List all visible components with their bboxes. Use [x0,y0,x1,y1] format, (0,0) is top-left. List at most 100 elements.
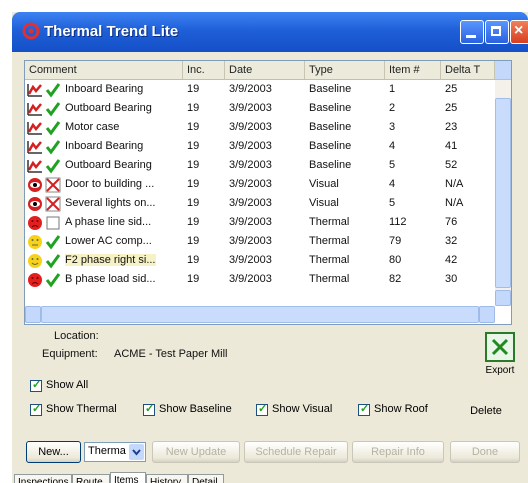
scroll-down-button[interactable] [495,290,511,306]
cell-inc: 19 [187,118,223,137]
cell-item: 4 [389,175,439,194]
table-row[interactable]: A phase line sid... 19 3/9/2003 Thermal 112 7… [25,213,495,232]
frown-face-icon [27,272,43,288]
smile-face-icon [27,253,43,269]
horizontal-scrollbar[interactable] [25,306,495,323]
cell-item: 80 [389,251,439,270]
title-bar[interactable]: Thermal Trend Lite × [12,12,528,52]
column-header-comment[interactable]: Comment [25,61,183,79]
table-row[interactable]: Inboard Bearing 19 3/9/2003 Baseline 4 41 [25,137,495,156]
close-icon: × [514,22,524,39]
show-baseline-checkbox[interactable]: Show Baseline [143,402,253,418]
scroll-left-button[interactable] [25,306,41,323]
cell-delta-text: 52 [445,159,458,171]
show-all-checkbox[interactable]: Show All [30,378,110,394]
show-thermal-checkbox[interactable]: Show Thermal [30,402,140,418]
cell-date-text: 3/9/2003 [229,254,272,266]
cell-type-text: Thermal [309,273,350,285]
column-header-delta-t[interactable]: Delta T [441,61,495,79]
table-row[interactable]: B phase load sid... 19 3/9/2003 Thermal 82 30 [25,270,495,289]
window-title: Thermal Trend Lite [44,23,179,40]
cell-item-text: 82 [389,273,402,285]
main-window: Thermal Trend Lite × Comment Inc. Date T… [12,12,528,483]
column-header-type[interactable]: Type [305,61,385,79]
cell-delta-text: 25 [445,83,458,95]
cell-item-text: 80 [389,254,402,266]
cell-inc-text: 19 [187,159,200,171]
cell-comment: Outboard Bearing [65,99,181,118]
schedule-repair-button[interactable]: Schedule Repair [244,441,348,463]
cell-date: 3/9/2003 [229,118,303,137]
cell-inc-text: 19 [187,197,200,209]
cell-inc: 19 [187,213,223,232]
tab-inspections[interactable]: Inspections [14,474,72,483]
cell-delta-text: 30 [445,273,458,285]
cell-delta-text: N/A [445,197,464,209]
column-header-inc[interactable]: Inc. [183,61,225,79]
column-header-date[interactable]: Date [225,61,305,79]
cell-inc: 19 [187,137,223,156]
cell-delta: 25 [445,99,493,118]
tab-history[interactable]: History [146,474,188,483]
horizontal-scroll-thumb[interactable] [41,306,479,323]
cell-comment: Lower AC comp... [65,232,181,251]
cell-date-text: 3/9/2003 [229,83,272,95]
cell-type: Thermal [309,213,383,232]
cell-inc-text: 19 [187,273,200,285]
cell-inc: 19 [187,194,223,213]
tab-detail[interactable]: Detail [188,474,224,483]
cell-comment: Inboard Bearing [65,80,181,99]
vertical-scrollbar[interactable] [495,80,511,306]
table-row[interactable]: F2 phase right si... 19 3/9/2003 Thermal 80 4… [25,251,495,270]
minimize-button[interactable] [460,20,484,44]
scroll-right-button[interactable] [479,306,495,323]
cell-type-text: Visual [309,178,339,190]
new-update-button[interactable]: New Update [152,441,240,463]
cell-type-text: Thermal [309,254,350,266]
close-button[interactable]: × [510,20,528,44]
table-row[interactable]: Several lights on... 19 3/9/2003 Visual 5 N/A [25,194,495,213]
delete-button[interactable]: Delete [458,401,514,423]
new-button[interactable]: New... [26,441,81,463]
show-roof-checkbox[interactable]: Show Roof [358,402,442,418]
table-row[interactable]: Inboard Bearing 19 3/9/2003 Baseline 1 25 [25,80,495,99]
cell-item: 4 [389,137,439,156]
neutral-face-icon [27,234,43,250]
cell-type: Thermal [309,270,383,289]
show-visual-checkbox[interactable]: Show Visual [256,402,352,418]
tab-route[interactable]: Route [72,474,110,483]
cell-delta: N/A [445,175,493,194]
repair-info-button[interactable]: Repair Info [352,441,444,463]
cell-delta-text: 76 [445,216,458,228]
cell-item-text: 4 [389,178,396,190]
cell-inc: 19 [187,232,223,251]
cell-date-text: 3/9/2003 [229,178,272,190]
table-row[interactable]: Outboard Bearing 19 3/9/2003 Baseline 5 52 [25,156,495,175]
cell-comment: B phase load sid... [65,270,181,289]
cell-date: 3/9/2003 [229,99,303,118]
table-row[interactable]: Motor case 19 3/9/2003 Baseline 3 23 [25,118,495,137]
table-row[interactable]: Lower AC comp... 19 3/9/2003 Thermal 79 32 [25,232,495,251]
done-button[interactable]: Done [450,441,520,463]
cell-date-text: 3/9/2003 [229,102,272,114]
chevron-down-icon[interactable] [129,444,144,460]
cell-comment-text: Outboard Bearing [65,102,152,114]
table-row[interactable]: Outboard Bearing 19 3/9/2003 Baseline 2 25 [25,99,495,118]
export-button[interactable]: Export [480,332,520,378]
cell-comment-text: Lower AC comp... [65,235,152,247]
cell-delta: 32 [445,232,493,251]
inspection-items-list[interactable]: Comment Inc. Date Type Item # Delta T In… [24,60,512,325]
vertical-scroll-thumb[interactable] [495,98,511,288]
cell-item: 79 [389,232,439,251]
scroll-up-button[interactable] [495,61,511,79]
cell-type-text: Baseline [309,140,352,152]
cell-delta: 42 [445,251,493,270]
maximize-button[interactable] [485,20,509,44]
table-row[interactable]: Door to building ... 19 3/9/2003 Visual 4 N/A [25,175,495,194]
type-select[interactable]: Therma [84,442,146,462]
cell-comment-text: Inboard Bearing [65,140,144,152]
show-thermal-label: Show Thermal [46,403,117,415]
column-header-item[interactable]: Item # [385,61,441,79]
cell-item-text: 5 [389,159,396,171]
tab-items[interactable]: Items [110,472,146,483]
